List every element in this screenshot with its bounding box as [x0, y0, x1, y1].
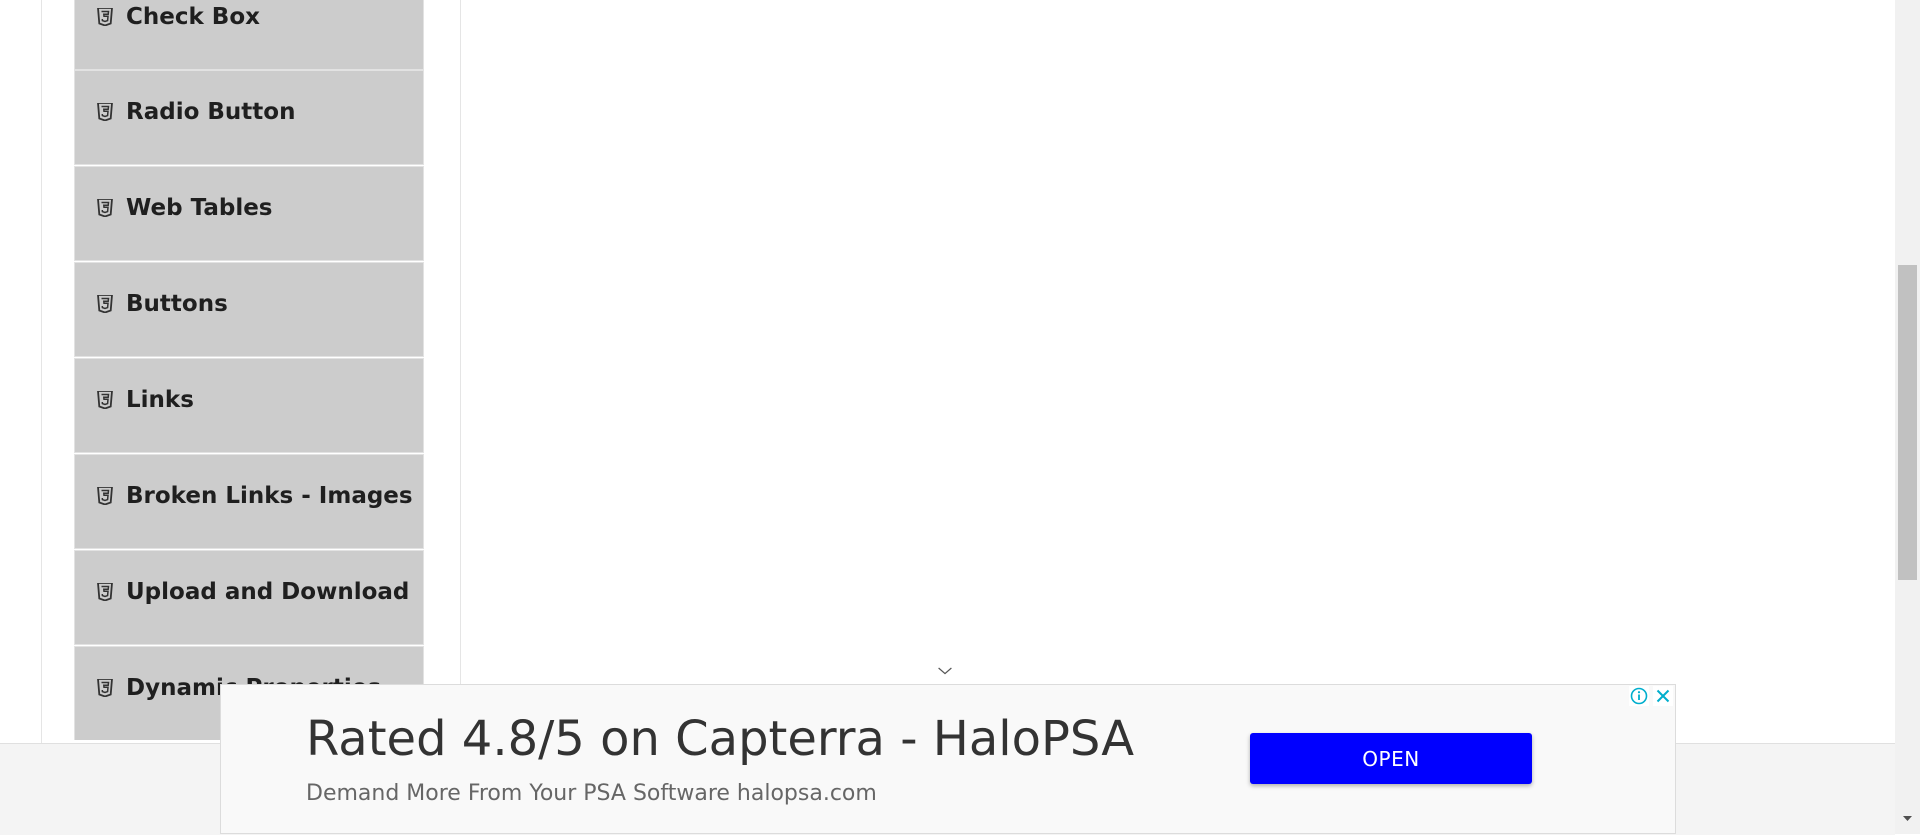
- sidebar-item-broken-links-images[interactable]: Broken Links - Images: [74, 454, 424, 549]
- scroll-down-arrow-icon[interactable]: [1898, 810, 1917, 828]
- scrollbar-thumb[interactable]: [1898, 265, 1917, 580]
- html5-icon: [97, 583, 113, 601]
- sidebar-item-label: Radio Button: [126, 99, 296, 125]
- sidebar-item-label: Broken Links - Images: [126, 483, 413, 509]
- sidebar-item-label: Check Box: [126, 4, 260, 30]
- sidebar-item-radio-button[interactable]: Radio Button: [74, 70, 424, 165]
- html5-icon: [97, 487, 113, 505]
- sidebar-item-label: Web Tables: [126, 195, 273, 221]
- content-divider: [460, 0, 461, 744]
- page-left-border: [41, 0, 42, 744]
- html5-icon: [97, 295, 113, 313]
- html5-icon: [97, 199, 113, 217]
- sidebar-item-upload-and-download[interactable]: Upload and Download: [74, 550, 424, 645]
- html5-icon: [97, 391, 113, 409]
- chevron-down-icon[interactable]: [935, 664, 955, 680]
- ad-subtext[interactable]: Demand More From Your PSA Software halop…: [306, 781, 877, 806]
- sidebar-item-buttons[interactable]: Buttons: [74, 262, 424, 357]
- sidebar-menu: Check Box Radio Button Web Tables Button…: [74, 0, 424, 740]
- ad-open-button[interactable]: OPEN: [1250, 733, 1532, 784]
- sidebar-item-check-box[interactable]: Check Box: [74, 0, 424, 70]
- ad-headline[interactable]: Rated 4.8/5 on Capterra - HaloPSA: [306, 711, 1134, 767]
- html5-icon: [97, 679, 113, 697]
- sidebar-item-label: Buttons: [126, 291, 228, 317]
- sidebar-item-label: Upload and Download: [126, 579, 410, 605]
- ad-info-icon[interactable]: [1629, 686, 1649, 706]
- ad-close-icon[interactable]: [1653, 686, 1673, 706]
- sidebar-item-web-tables[interactable]: Web Tables: [74, 166, 424, 261]
- sidebar-item-label: Links: [126, 387, 194, 413]
- sidebar-item-links[interactable]: Links: [74, 358, 424, 453]
- html5-icon: [97, 8, 113, 26]
- html5-icon: [97, 103, 113, 121]
- advertisement-banner[interactable]: Rated 4.8/5 on Capterra - HaloPSA Demand…: [220, 684, 1676, 834]
